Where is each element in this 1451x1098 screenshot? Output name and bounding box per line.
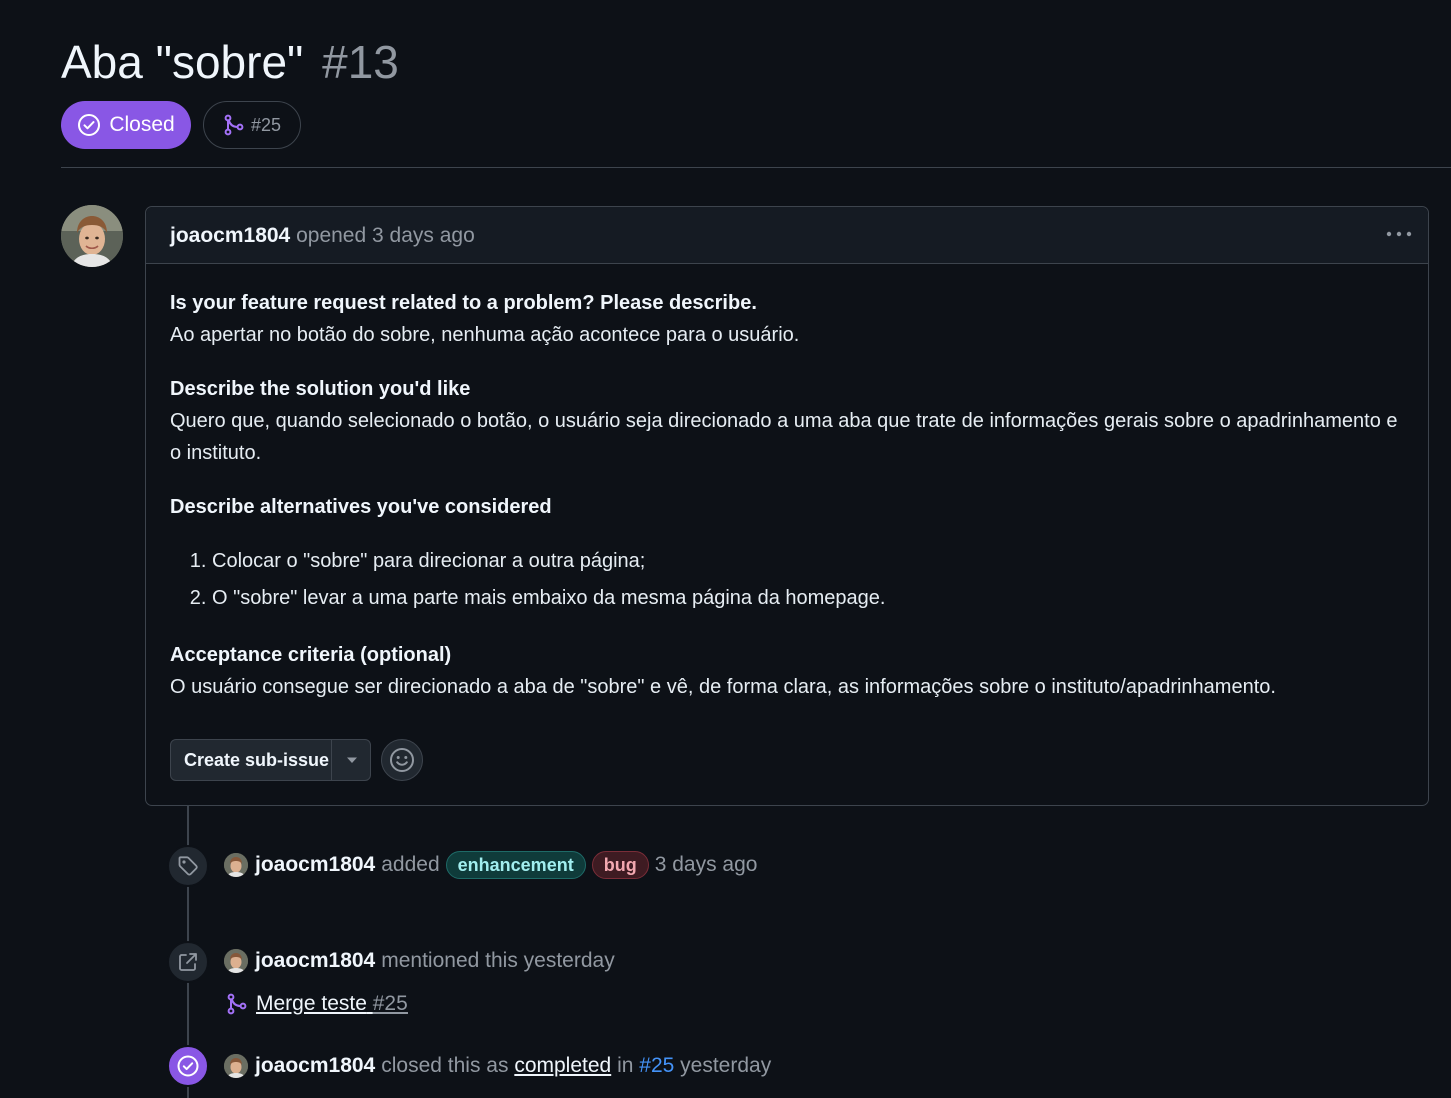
issue-title: Aba "sobre" #13	[61, 30, 399, 94]
labeled-event-badge	[167, 845, 209, 887]
label-bug[interactable]: bug	[591, 851, 649, 879]
triangle-down-icon	[346, 757, 357, 763]
section-heading: Describe the solution you'd like	[170, 378, 471, 400]
comment-meta: joaocm1804 opened 3 days ago	[170, 223, 475, 249]
add-reaction-button[interactable]	[381, 739, 423, 781]
event-avatar[interactable]	[224, 949, 248, 973]
section-alternatives: Describe alternatives you've considered …	[170, 491, 1400, 617]
list-item: O "sobre" levar a uma parte mais embaixo…	[212, 580, 1400, 617]
issue-state-label: Closed	[109, 113, 175, 136]
check-circle-icon	[177, 1055, 199, 1077]
section-heading: Describe alternatives you've considered	[170, 496, 552, 518]
alternatives-list: Colocar o "sobre" para direcionar a outr…	[170, 543, 1400, 617]
reference-title: Merge teste	[256, 992, 367, 1015]
cross-reference-icon	[179, 953, 197, 971]
section-heading: Acceptance criteria (optional)	[170, 644, 452, 666]
closed-event-badge	[167, 1045, 209, 1087]
issue-page: Aba "sobre" #13 Closed #25 joaocm1804 op…	[0, 0, 1451, 1098]
event-author[interactable]: joaocm1804	[255, 851, 375, 879]
reference-title-link[interactable]: Merge teste #25	[256, 990, 408, 1018]
issue-number: #13	[322, 36, 399, 88]
header-divider	[61, 167, 1451, 168]
labeled-event: joaocm1804 added enhancement bug 3 days …	[224, 851, 757, 879]
event-author[interactable]: joaocm1804	[255, 1052, 375, 1080]
comment-header: joaocm1804 opened 3 days ago	[146, 207, 1428, 264]
mentioned-reference[interactable]: Merge teste #25	[226, 990, 408, 1018]
comment-action: opened 3 days ago	[296, 224, 475, 247]
author-avatar[interactable]	[61, 205, 123, 267]
section-text: Ao apertar no botão do sobre, nenhuma aç…	[170, 324, 800, 346]
smiley-icon	[390, 748, 414, 772]
section-heading: Is your feature request related to a pro…	[170, 292, 757, 314]
create-sub-issue-label: Create sub-issue	[184, 750, 330, 770]
comment-author[interactable]: joaocm1804	[170, 224, 290, 247]
create-sub-issue-button[interactable]: Create sub-issue	[170, 739, 371, 781]
avatar-image	[61, 205, 123, 267]
event-avatar[interactable]	[224, 853, 248, 877]
section-text: Quero que, quando selecionado o botão, o…	[170, 410, 1398, 464]
git-merge-icon	[227, 993, 247, 1015]
linked-pr-number: #25	[250, 114, 282, 135]
reference-number: #25	[372, 992, 408, 1015]
closed-in: in	[617, 1054, 634, 1077]
comment-body: Is your feature request related to a pro…	[170, 287, 1400, 703]
list-item: Colocar o "sobre" para direcionar a outr…	[212, 543, 1400, 580]
close-reason-link[interactable]: completed	[514, 1052, 611, 1080]
issue-state-badge: Closed	[61, 101, 191, 149]
event-text: mentioned this yesterday	[381, 949, 615, 972]
comment-options-button[interactable]	[1384, 221, 1414, 247]
section-solution: Describe the solution you'd like Quero q…	[170, 373, 1400, 469]
closed-prefix: closed this as	[381, 1054, 509, 1077]
tag-icon	[178, 856, 198, 876]
section-problem: Is your feature request related to a pro…	[170, 287, 1400, 351]
section-acceptance: Acceptance criteria (optional) O usuário…	[170, 639, 1400, 703]
issue-title-text: Aba "sobre"	[61, 36, 304, 88]
linked-pr-button[interactable]: #25	[203, 101, 301, 149]
event-verb: added	[381, 853, 440, 876]
event-avatar[interactable]	[224, 1054, 248, 1078]
event-time[interactable]: yesterday	[680, 1052, 771, 1080]
kebab-icon	[1386, 231, 1412, 237]
mentioned-event-badge	[167, 941, 209, 983]
issue-comment: joaocm1804 opened 3 days ago Is your fea…	[145, 206, 1429, 806]
git-merge-icon	[224, 114, 244, 136]
event-author[interactable]: joaocm1804	[255, 947, 375, 975]
check-circle-icon	[78, 114, 101, 136]
closing-pr-link[interactable]: #25	[639, 1052, 674, 1080]
sub-issue-dropdown-button[interactable]	[332, 740, 371, 780]
section-text: O usuário consegue ser direcionado a aba…	[170, 676, 1276, 698]
label-enhancement[interactable]: enhancement	[445, 851, 586, 879]
event-time[interactable]: 3 days ago	[655, 851, 758, 879]
closed-event: joaocm1804 closed this as completed in #…	[224, 1052, 771, 1080]
mentioned-event: joaocm1804 mentioned this yesterday	[224, 947, 615, 975]
